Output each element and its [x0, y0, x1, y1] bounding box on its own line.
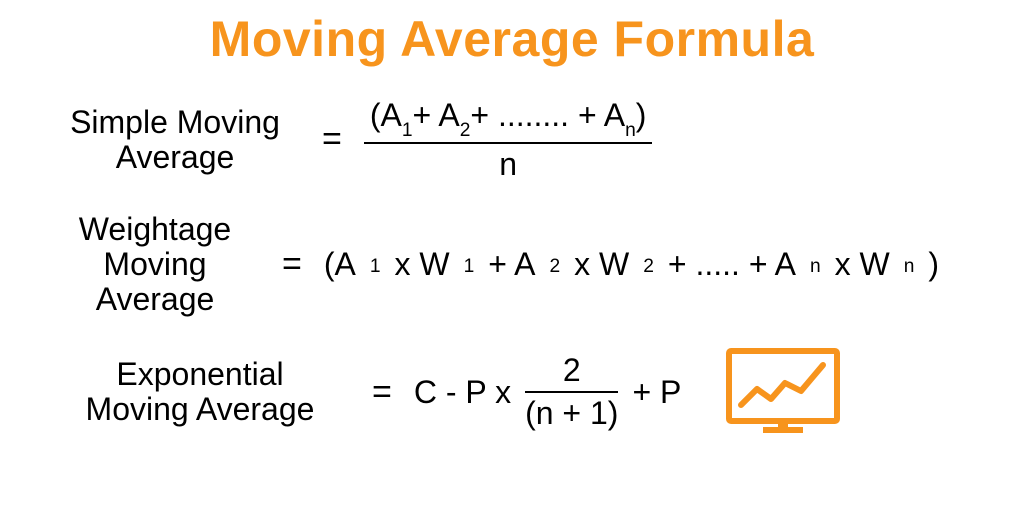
- ema-label-line1: Exponential: [116, 356, 283, 392]
- chart-icon: [723, 347, 843, 437]
- ema-numerator: 2: [557, 353, 587, 391]
- sma-label-line2: Average: [116, 139, 235, 175]
- sma-label: Simple Moving Average: [50, 105, 300, 175]
- wma-label-line3: Average: [96, 281, 215, 317]
- wma-expression: (A1 x W1 + A2 x W2 + ..... + An x Wn): [324, 246, 939, 283]
- wma-label-line1: Weightage: [79, 211, 231, 247]
- wma-label: Weightage Moving Average: [50, 212, 260, 318]
- wma-label-line2: Moving: [103, 246, 206, 282]
- sma-numerator: (A1+ A2+ ........ + An): [364, 98, 653, 142]
- ema-label: Exponential Moving Average: [50, 357, 350, 427]
- sma-equals: =: [322, 120, 342, 159]
- ema-equals: =: [372, 373, 392, 412]
- ema-right: + P: [632, 374, 681, 411]
- sma-denominator: n: [499, 144, 517, 182]
- formula-list: Simple Moving Average = (A1+ A2+ .......…: [40, 98, 984, 437]
- ema-denominator: (n + 1): [525, 393, 618, 431]
- wma-equals: =: [282, 245, 302, 284]
- ema-label-line2: Moving Average: [86, 391, 315, 427]
- sma-expression: (A1+ A2+ ........ + An) n: [364, 98, 653, 182]
- formula-sma: Simple Moving Average = (A1+ A2+ .......…: [40, 98, 984, 182]
- page-title: Moving Average Formula: [40, 10, 984, 68]
- formula-wma: Weightage Moving Average = (A1 x W1 + A2…: [40, 212, 984, 318]
- ema-expression: C - P x 2 (n + 1) + P: [414, 353, 682, 431]
- ema-left: C - P x: [414, 374, 511, 411]
- formula-ema: Exponential Moving Average = C - P x 2 (…: [40, 347, 984, 437]
- sma-label-line1: Simple Moving: [70, 104, 280, 140]
